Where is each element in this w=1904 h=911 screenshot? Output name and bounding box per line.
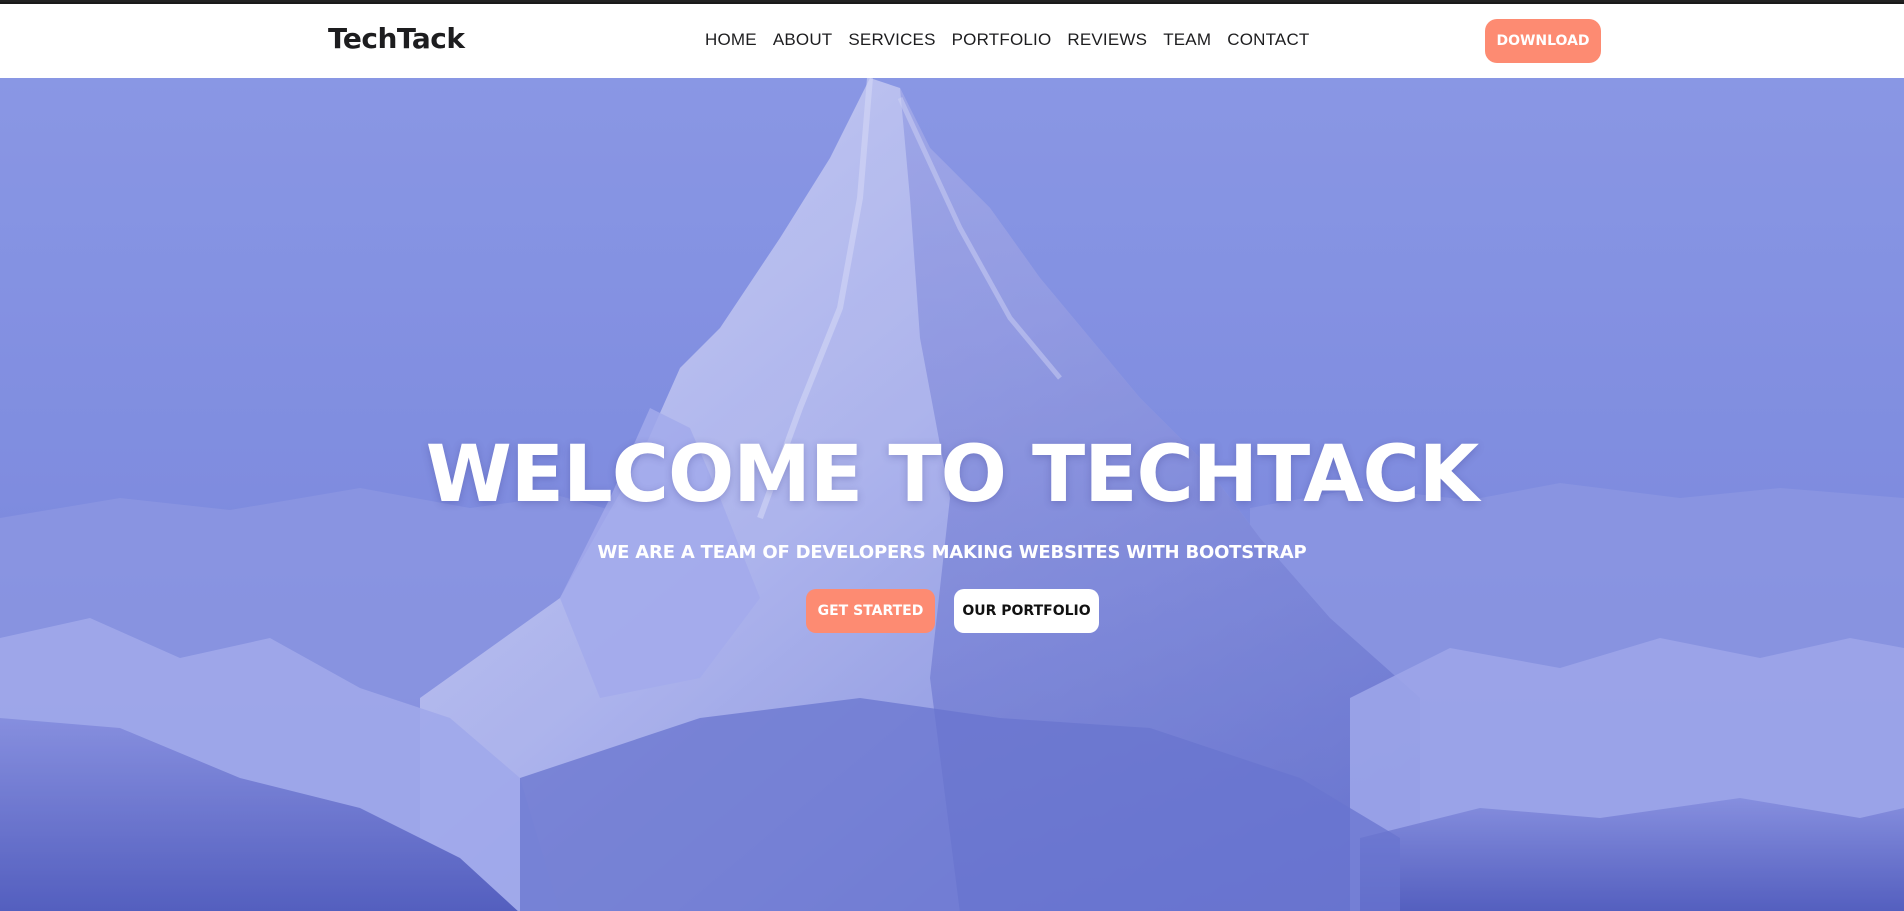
get-started-button[interactable]: GET STARTED (806, 589, 935, 633)
nav-item-reviews: REVIEWS (1067, 30, 1147, 50)
nav-item-services: SERVICES (848, 30, 935, 50)
hero-title: WELCOME TO TECHTACK (425, 430, 1480, 520)
nav-item-contact: CONTACT (1227, 30, 1309, 50)
nav-item-team: TEAM (1163, 30, 1211, 50)
nav-link-team[interactable]: TEAM (1163, 30, 1211, 49)
navbar: TechTack HOME ABOUT SERVICES PORTFOLIO R… (0, 4, 1904, 78)
download-button[interactable]: DOWNLOAD (1485, 19, 1601, 63)
nav-item-portfolio: PORTFOLIO (952, 30, 1052, 50)
nav-link-reviews[interactable]: REVIEWS (1067, 30, 1147, 49)
nav-item-home: HOME (705, 30, 757, 50)
brand-logo[interactable]: TechTack (328, 22, 465, 55)
hero-content: WELCOME TO TECHTACK WE ARE A TEAM OF DEV… (0, 78, 1904, 911)
our-portfolio-button[interactable]: OUR PORTFOLIO (954, 589, 1099, 633)
nav-item-about: ABOUT (773, 30, 833, 50)
nav-menu: HOME ABOUT SERVICES PORTFOLIO REVIEWS TE… (705, 30, 1326, 50)
nav-link-services[interactable]: SERVICES (848, 30, 935, 49)
nav-link-about[interactable]: ABOUT (773, 30, 833, 49)
nav-link-contact[interactable]: CONTACT (1227, 30, 1309, 49)
nav-link-home[interactable]: HOME (705, 30, 757, 49)
hero-subtitle: WE ARE A TEAM OF DEVELOPERS MAKING WEBSI… (597, 542, 1307, 563)
nav-link-portfolio[interactable]: PORTFOLIO (952, 30, 1052, 49)
page: TechTack HOME ABOUT SERVICES PORTFOLIO R… (0, 0, 1904, 911)
hero-section: WELCOME TO TECHTACK WE ARE A TEAM OF DEV… (0, 78, 1904, 911)
